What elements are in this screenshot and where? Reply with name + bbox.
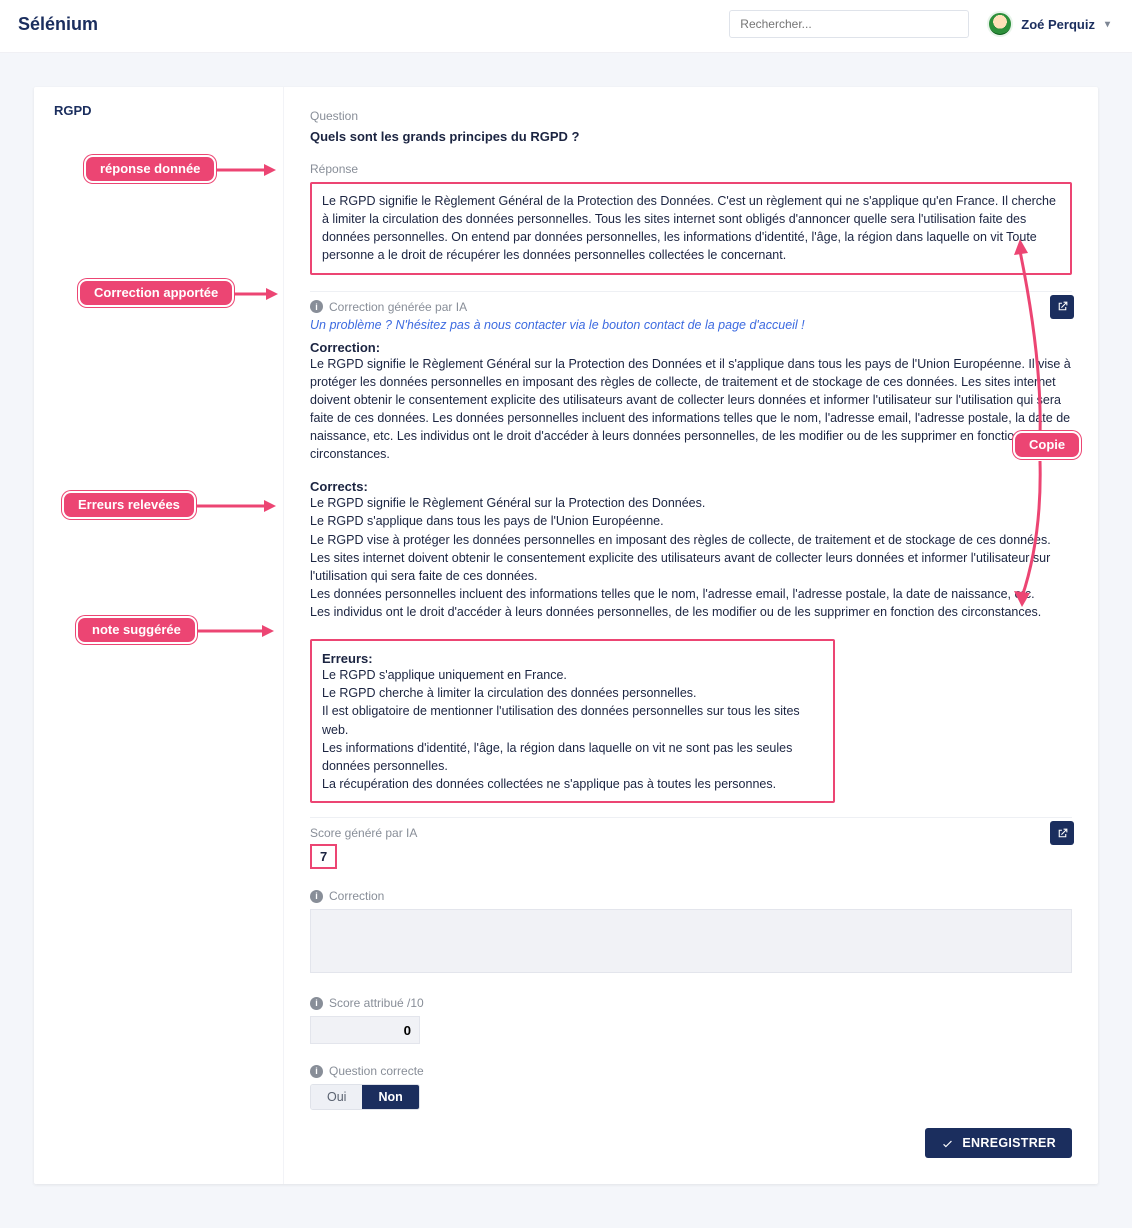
label-score-field: Score attribué /10 — [329, 996, 424, 1010]
avatar — [987, 11, 1013, 37]
copy-score-button[interactable] — [1050, 821, 1074, 845]
correction-title: Correction: — [310, 340, 1072, 355]
copy-correction-button[interactable] — [1050, 295, 1074, 319]
contact-notice: Un problème ? N'hésitez pas à nous conta… — [310, 318, 1072, 332]
annotation-note: note suggérée — [78, 618, 195, 642]
label-response: Réponse — [310, 162, 1072, 176]
search-input[interactable] — [729, 10, 969, 38]
sidebar-title: RGPD — [54, 103, 263, 118]
errors-body: Le RGPD s'applique uniquement en France.… — [322, 666, 823, 793]
correction-body: Le RGPD signifie le Règlement Général su… — [310, 355, 1072, 464]
check-icon — [941, 1137, 954, 1150]
toggle-oui[interactable]: Oui — [311, 1085, 362, 1109]
response-box: Le RGPD signifie le Règlement Général de… — [310, 182, 1072, 275]
user-menu[interactable]: Zoé Perquiz ▾ — [987, 11, 1110, 37]
info-icon: i — [310, 997, 323, 1010]
annotation-copy: Copie — [1015, 433, 1079, 457]
label-correction-field: Correction — [329, 889, 384, 903]
info-icon: i — [310, 1065, 323, 1078]
errors-title: Erreurs: — [322, 651, 823, 666]
chevron-down-icon: ▾ — [1105, 19, 1110, 30]
score-input[interactable] — [310, 1016, 420, 1044]
label-question-correct: Question correcte — [329, 1064, 424, 1078]
correction-input[interactable] — [310, 909, 1072, 973]
user-name: Zoé Perquiz — [1021, 17, 1095, 32]
save-button-label: ENREGISTRER — [962, 1136, 1056, 1150]
share-icon — [1056, 827, 1069, 840]
errors-box: Erreurs: Le RGPD s'applique uniquement e… — [310, 639, 835, 803]
info-icon: i — [310, 300, 323, 313]
ai-score-value: 7 — [310, 844, 337, 869]
corrects-title: Corrects: — [310, 479, 1072, 494]
annotation-response: réponse donnée — [86, 157, 214, 181]
annotation-errors: Erreurs relevées — [64, 493, 194, 517]
label-ai-score: Score généré par IA — [310, 826, 417, 840]
annotation-correction: Correction apportée — [80, 281, 232, 305]
share-icon — [1056, 300, 1069, 313]
question-text: Quels sont les grands principes du RGPD … — [310, 129, 1072, 144]
toggle-non[interactable]: Non — [362, 1085, 418, 1109]
corrects-body: Le RGPD signifie le Règlement Général su… — [310, 494, 1072, 621]
info-icon: i — [310, 890, 323, 903]
save-button[interactable]: ENREGISTRER — [925, 1128, 1072, 1158]
label-question: Question — [310, 109, 1072, 123]
label-ai-correction: Correction générée par IA — [329, 300, 467, 314]
brand-title: Sélénium — [18, 14, 98, 35]
question-correct-toggle: Oui Non — [310, 1084, 420, 1110]
